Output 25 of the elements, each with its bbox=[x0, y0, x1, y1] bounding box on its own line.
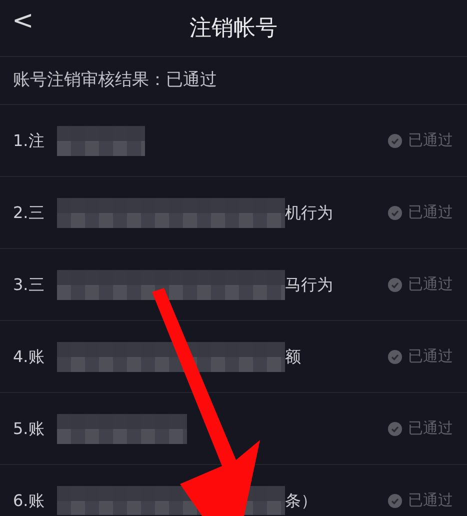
status-text: 已通过 bbox=[408, 346, 453, 368]
item-text: 1.注 bbox=[13, 130, 46, 152]
item-text: 4.账 bbox=[13, 346, 46, 368]
item-text: 6.账 bbox=[13, 490, 46, 512]
item-text: 3.三 bbox=[13, 274, 46, 296]
item-text: 额 bbox=[285, 346, 301, 368]
check-circle-icon bbox=[388, 494, 402, 508]
item-text: 机行为 bbox=[285, 202, 333, 224]
item-text: 2.三 bbox=[13, 202, 46, 224]
check-circle-icon bbox=[388, 350, 402, 364]
review-result: 账号注销审核结果：已通过 bbox=[13, 68, 217, 92]
item-text: 条） bbox=[285, 490, 317, 512]
item-text: 马行为 bbox=[285, 274, 333, 296]
status-text: 已通过 bbox=[408, 418, 453, 440]
check-circle-icon bbox=[388, 134, 402, 148]
check-circle-icon bbox=[388, 278, 402, 292]
status-text: 已通过 bbox=[408, 130, 453, 152]
status-text: 已通过 bbox=[408, 202, 453, 224]
page-title: 注销帐号 bbox=[190, 14, 278, 42]
check-circle-icon bbox=[388, 206, 402, 220]
check-circle-icon bbox=[388, 422, 402, 436]
status-text: 已通过 bbox=[408, 490, 453, 512]
item-text: 5.账 bbox=[13, 418, 46, 440]
back-button[interactable]: < bbox=[12, 8, 34, 34]
status-text: 已通过 bbox=[408, 274, 453, 296]
